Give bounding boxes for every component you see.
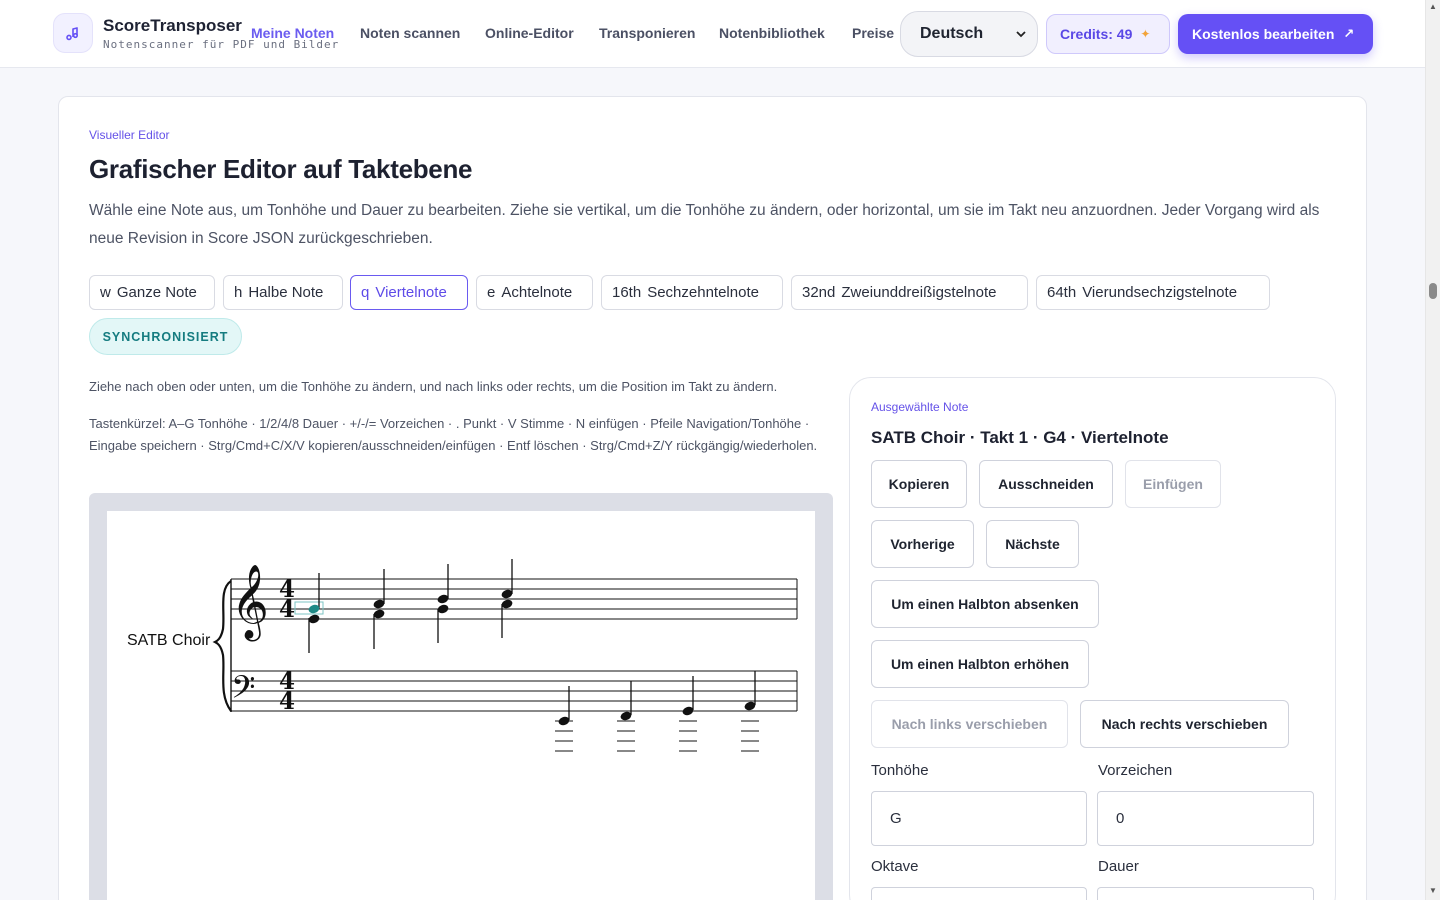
duration-label: Halbe Note	[248, 284, 324, 301]
duration-label: Viertelnote	[375, 284, 447, 301]
duration-label: Zweiunddreißigstelnote	[841, 284, 997, 301]
time-signature-treble: 4 4	[279, 576, 295, 623]
move-right-button[interactable]: Nach rechts verschieben	[1080, 700, 1289, 748]
duration-symbol: 16th	[612, 284, 642, 301]
svg-text:4: 4	[279, 688, 295, 715]
next-note-button[interactable]: Nächste	[986, 520, 1079, 568]
semitone-down-button[interactable]: Um einen Halbton absenken	[871, 580, 1099, 628]
duration-quarter-button[interactable]: q Viertelnote	[350, 275, 468, 310]
bass-staff	[231, 670, 798, 712]
page-scrollbar[interactable]: ▲ ▼	[1425, 0, 1440, 900]
nav-my-scores[interactable]: Meine Noten	[251, 25, 334, 41]
scroll-thumb[interactable]	[1429, 283, 1437, 299]
page-title: Grafischer Editor auf Taktebene	[89, 154, 473, 184]
nav-pricing[interactable]: Preise	[852, 25, 894, 41]
scroll-up-icon[interactable]: ▲	[1429, 2, 1437, 11]
nav-scan-scores[interactable]: Noten scannen	[360, 25, 460, 41]
bass-note-beat-3[interactable]	[679, 676, 697, 752]
previous-note-button[interactable]: Vorherige	[871, 520, 974, 568]
brace	[212, 580, 232, 712]
bass-clef-icon: 𝄢	[231, 669, 255, 713]
edit-free-label: Kostenlos bearbeiten	[1192, 26, 1335, 42]
duration-symbol: e	[487, 284, 496, 301]
duration-symbol: h	[234, 284, 243, 301]
nav-online-editor[interactable]: Online-Editor	[485, 25, 574, 41]
cut-button[interactable]: Ausschneiden	[979, 460, 1113, 508]
duration-field[interactable]	[1097, 887, 1314, 900]
nav-library[interactable]: Notenbibliothek	[719, 25, 825, 41]
shortcut-hint: Tastenkürzel: A–G Tonhöhe · 1/2/4/8 Daue…	[89, 416, 818, 453]
duration-label: Achtelnote	[501, 284, 573, 301]
edit-free-button[interactable]: Kostenlos bearbeiten ↗	[1178, 14, 1373, 54]
credits-label: Credits: 49	[1060, 26, 1133, 42]
copy-button[interactable]: Kopieren	[871, 460, 967, 508]
duration-symbol: w	[100, 284, 111, 301]
language-value: Deutsch	[920, 25, 984, 42]
duration-32nd-button[interactable]: 32nd Zweiunddreißigstelnote	[791, 275, 1028, 310]
svg-text:4: 4	[279, 596, 295, 623]
part-name-label: SATB Choir	[127, 632, 211, 649]
accidental-label: Vorzeichen	[1098, 762, 1173, 779]
duration-symbol: q	[361, 284, 370, 301]
duration-field-label: Dauer	[1098, 858, 1139, 875]
treble-chord-beat-3[interactable]	[436, 564, 449, 643]
duration-label: Ganze Note	[116, 284, 197, 301]
nav-transpose[interactable]: Transponieren	[599, 25, 695, 41]
sync-status-badge: SYNCHRONISIERT	[89, 318, 242, 355]
chevron-down-icon	[1016, 31, 1026, 38]
scroll-down-icon[interactable]: ▼	[1429, 886, 1437, 895]
bass-note-beat-1[interactable]	[555, 686, 573, 752]
duration-symbol: 64th	[1047, 284, 1077, 301]
octave-label: Oktave	[871, 858, 919, 875]
semitone-up-button[interactable]: Um einen Halbton erhöhen	[871, 640, 1089, 688]
duration-16th-button[interactable]: 16th Sechzehntelnote	[601, 275, 783, 310]
duration-symbol: 32nd	[802, 284, 836, 301]
treble-clef-icon: 𝄞	[231, 565, 269, 642]
score-notation[interactable]: SATB Choir 𝄞 4 4 𝄢 4 4	[107, 511, 815, 900]
logo[interactable]	[53, 13, 93, 53]
time-signature-bass: 4 4	[279, 668, 295, 715]
duration-label: Vierundsechzigstelnote	[1082, 284, 1238, 301]
drag-hint: Ziehe nach oben oder unten, um die Tonhö…	[89, 379, 778, 394]
pitch-label: Tonhöhe	[871, 762, 929, 779]
brand-name[interactable]: ScoreTransposer	[103, 16, 242, 36]
section-eyebrow: Visueller Editor	[89, 128, 170, 142]
duration-whole-button[interactable]: w Ganze Note	[89, 275, 215, 310]
duration-64th-button[interactable]: 64th Vierundsechzigstelnote	[1036, 275, 1270, 310]
accidental-field[interactable]: 0	[1097, 791, 1314, 846]
move-left-button[interactable]: Nach links verschieben	[871, 700, 1068, 748]
treble-staff	[231, 578, 798, 620]
pitch-field[interactable]: G	[871, 791, 1087, 846]
panel-title: SATB Choir · Takt 1 · G4 · Viertelnote	[871, 428, 1169, 447]
top-navbar: ScoreTransposer Notenscanner für PDF und…	[0, 0, 1425, 68]
duration-half-button[interactable]: h Halbe Note	[223, 275, 343, 310]
page-description: Wähle eine Note aus, um Tonhöhe und Daue…	[89, 202, 1320, 247]
credits-button[interactable]: Credits: 49 ✦	[1046, 14, 1170, 54]
paste-button[interactable]: Einfügen	[1125, 460, 1221, 508]
arrow-up-right-icon: ↗	[1343, 26, 1355, 41]
music-note-icon	[66, 27, 78, 41]
duration-label: Sechzehntelnote	[647, 284, 759, 301]
panel-eyebrow: Ausgewählte Note	[871, 400, 969, 414]
language-select[interactable]: Deutsch	[900, 11, 1038, 57]
octave-field[interactable]	[871, 887, 1087, 900]
treble-chord-beat-1[interactable]	[294, 573, 324, 653]
sparkle-icon: ✦	[1140, 27, 1151, 41]
duration-eighth-button[interactable]: e Achtelnote	[476, 275, 593, 310]
